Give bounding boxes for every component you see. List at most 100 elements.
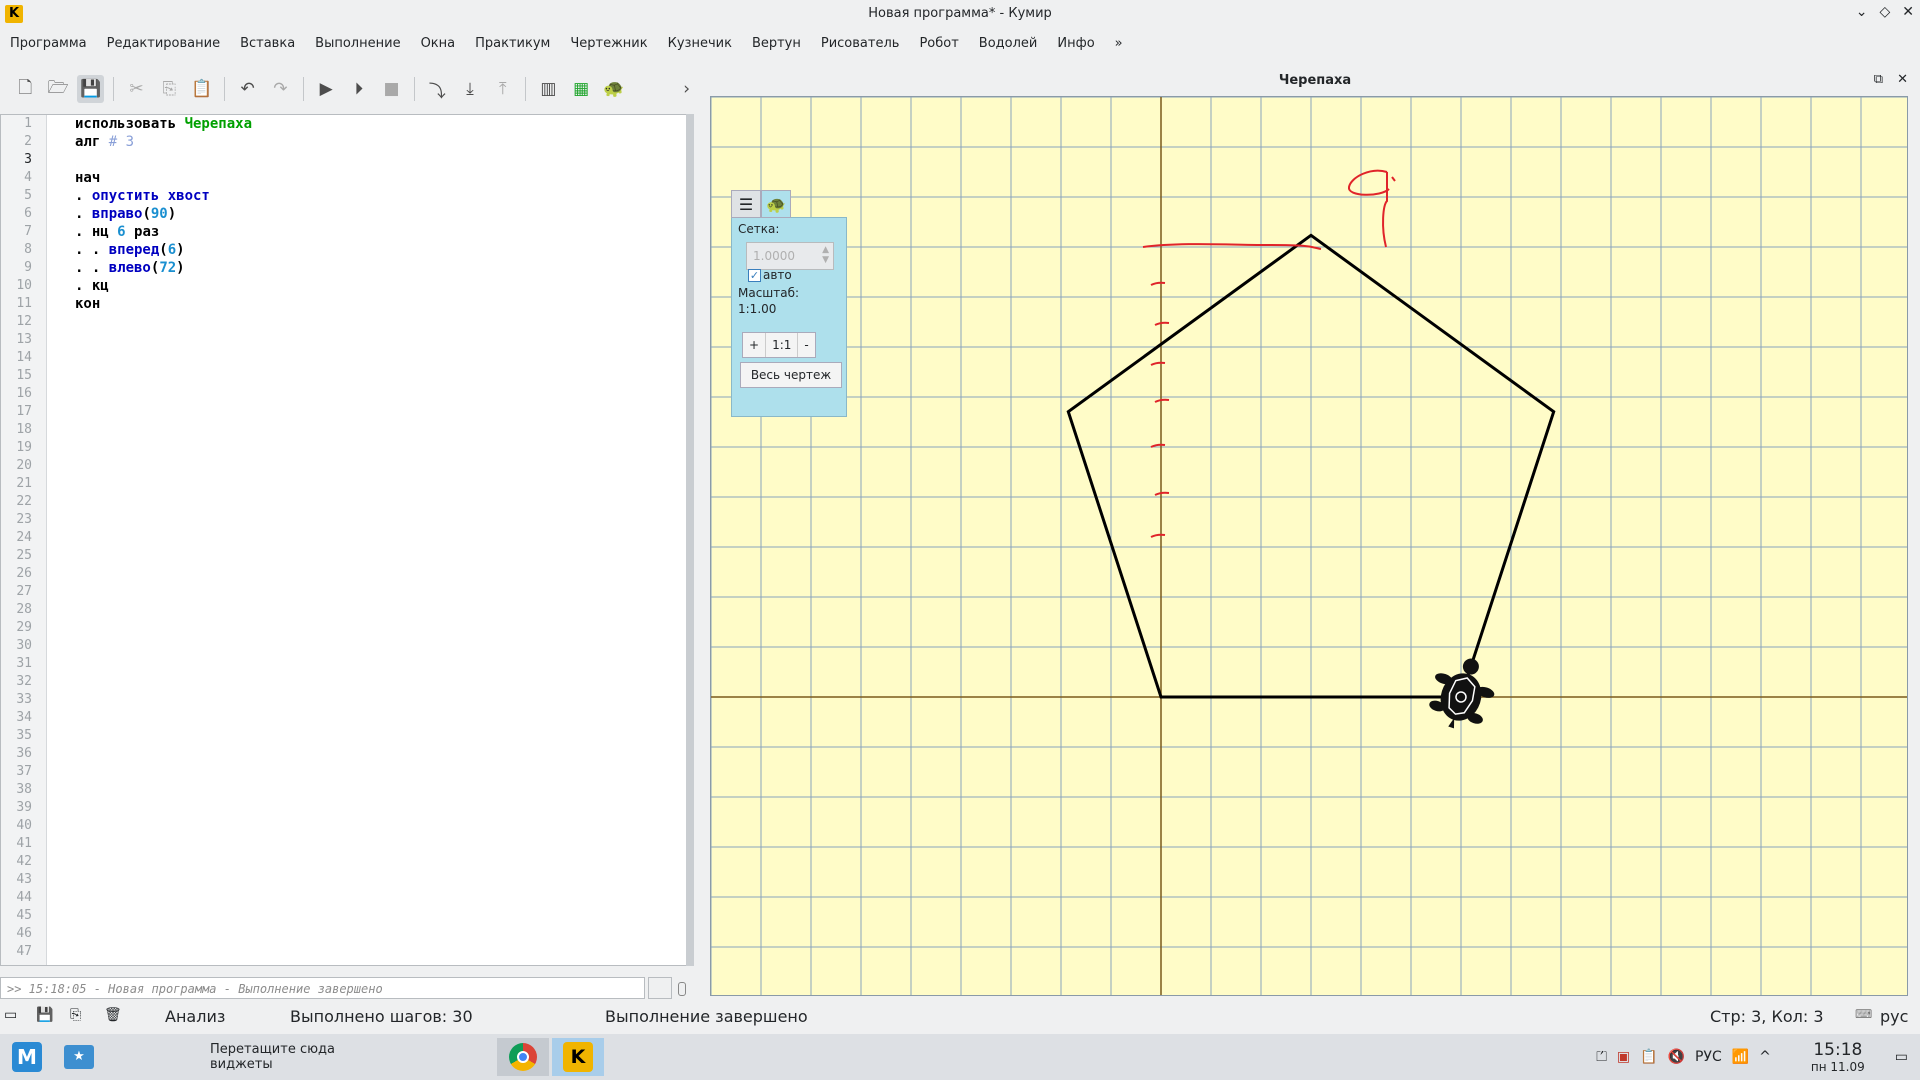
- app-menu-icon[interactable]: M: [10, 1038, 44, 1076]
- volume-muted-icon[interactable]: 🔇: [1668, 1049, 1685, 1065]
- copy-log-icon[interactable]: ⎘: [70, 1007, 81, 1023]
- red-tick-mark: [1150, 361, 1166, 366]
- code-token: нач: [75, 170, 101, 186]
- code-line[interactable]: . кц: [75, 277, 252, 295]
- save-log-icon[interactable]: 💾: [36, 1007, 53, 1023]
- tray-expand-icon[interactable]: ^: [1759, 1049, 1771, 1065]
- new-file-icon[interactable]: 🗋: [12, 75, 39, 103]
- open-folder-icon[interactable]: 🗁: [45, 75, 72, 103]
- turtle-sprite-icon: [1429, 658, 1495, 729]
- stop-icon[interactable]: ■: [378, 75, 405, 103]
- code-line[interactable]: . нц 6 раз: [75, 223, 252, 241]
- menu-robot[interactable]: Робот: [919, 36, 958, 51]
- turtle-tab-icon[interactable]: 🐢: [761, 190, 791, 218]
- menu-draftsman[interactable]: Чертежник: [570, 36, 647, 51]
- close-icon[interactable]: ✕: [1902, 4, 1914, 20]
- whole-drawing-button[interactable]: Весь чертеж: [740, 362, 842, 388]
- menu-insert[interactable]: Вставка: [240, 36, 295, 51]
- turtle-canvas[interactable]: ☰ 🐢 Сетка: 1.0000 ▲ ▼ ✓ авто Масштаб: 1:1.…: [710, 96, 1908, 996]
- code-token: ): [176, 242, 185, 258]
- code-line[interactable]: . вправо(90): [75, 205, 252, 223]
- menu-info[interactable]: Инфо: [1057, 36, 1094, 51]
- paste-icon[interactable]: 📋: [189, 75, 216, 103]
- step-over-icon[interactable]: ⤵: [424, 75, 451, 103]
- zoom-controls: + 1:1 -: [742, 332, 816, 358]
- save-icon[interactable]: 💾: [77, 75, 105, 103]
- chromium-icon[interactable]: [497, 1038, 549, 1076]
- run-icon[interactable]: ▶: [313, 75, 340, 103]
- line-number: 38: [16, 782, 32, 797]
- code-editor[interactable]: 1 2 3 4 5 6 7 8 9 10 11 12 13 14 15 16 17 18 19 20 21 22 23 24 2…: [0, 114, 690, 966]
- clock[interactable]: 15:18 пн 11.09: [1811, 1040, 1865, 1074]
- undo-icon[interactable]: ↶: [234, 75, 261, 103]
- copy-icon[interactable]: ⎘: [156, 75, 183, 103]
- code-area[interactable]: использовать Черепаха алг # 3 нач. опусти…: [75, 115, 252, 313]
- step-into-icon[interactable]: ⤓: [457, 75, 484, 103]
- menu-icon[interactable]: ☰: [731, 190, 761, 218]
- menu-overflow[interactable]: »: [1115, 36, 1123, 51]
- line-number: 30: [16, 638, 32, 653]
- undock-icon[interactable]: ⧉: [1874, 72, 1883, 87]
- clock-date: пн 11.09: [1810, 1060, 1865, 1074]
- console-icon[interactable]: ▭: [4, 1007, 17, 1023]
- code-token: (: [159, 242, 168, 258]
- variables-icon[interactable]: ▥: [535, 75, 562, 103]
- line-number: 31: [16, 656, 32, 671]
- menu-windows[interactable]: Окна: [421, 36, 456, 51]
- code-line[interactable]: использовать Черепаха: [75, 115, 252, 133]
- code-token: Черепаха: [184, 116, 253, 132]
- toolbar-separator: [413, 77, 415, 101]
- auto-checkbox[interactable]: ✓ авто: [748, 268, 792, 282]
- show-desktop-icon[interactable]: ▭: [1895, 1049, 1908, 1065]
- keyboard-layout[interactable]: РУС: [1695, 1049, 1722, 1065]
- redo-icon[interactable]: ↷: [267, 75, 294, 103]
- close-panel-icon[interactable]: ✕: [1897, 72, 1908, 87]
- status-lang[interactable]: рус: [1880, 1007, 1908, 1026]
- console-scrollbar[interactable]: [648, 977, 672, 999]
- console-resize-handle[interactable]: [678, 982, 686, 996]
- zoom-in-button[interactable]: +: [743, 333, 767, 357]
- step-run-icon[interactable]: ⏵: [345, 75, 372, 103]
- menu-vertun[interactable]: Вертун: [752, 36, 801, 51]
- code-line[interactable]: нач: [75, 169, 252, 187]
- app-tray-icon[interactable]: ▣: [1617, 1049, 1630, 1065]
- menu-run[interactable]: Выполнение: [315, 36, 400, 51]
- menu-painter[interactable]: Рисователь: [821, 36, 900, 51]
- code-line[interactable]: [75, 151, 252, 169]
- menu-vodoley[interactable]: Водолей: [979, 36, 1038, 51]
- red-tick-mark: [1150, 533, 1166, 538]
- cut-icon[interactable]: ✂: [123, 75, 150, 103]
- line-number: 16: [16, 386, 32, 401]
- code-token: использовать: [75, 116, 185, 132]
- console-output: >> 15:18:05 - Новая программа - Выполнен…: [0, 977, 645, 999]
- turtle-icon[interactable]: 🐢: [601, 75, 628, 103]
- step-out-icon[interactable]: ⤒: [489, 75, 516, 103]
- kumir-taskbar-icon[interactable]: K: [552, 1038, 604, 1076]
- spin-arrows-icon[interactable]: ▲ ▼: [822, 245, 829, 265]
- minimize-icon[interactable]: ⌄: [1856, 4, 1868, 20]
- code-line[interactable]: алг # 3: [75, 133, 252, 151]
- turtle-field[interactable]: [711, 97, 1908, 996]
- menu-practicum[interactable]: Практикум: [475, 36, 550, 51]
- maximize-icon[interactable]: ◇: [1879, 4, 1890, 20]
- more-icon[interactable]: ›: [673, 75, 700, 103]
- code-line[interactable]: . . вперед(6): [75, 241, 252, 259]
- wifi-icon[interactable]: 📶: [1732, 1049, 1749, 1065]
- zoom-reset-button[interactable]: 1:1: [766, 333, 799, 357]
- menu-grasshopper[interactable]: Кузнечик: [668, 36, 732, 51]
- grid-spinbox[interactable]: 1.0000 ▲ ▼: [746, 242, 834, 270]
- clear-log-icon[interactable]: 🗑: [104, 1007, 122, 1023]
- clipboard-icon[interactable]: 📋: [1640, 1049, 1657, 1065]
- menu-program[interactable]: Программа: [10, 36, 87, 51]
- zoom-out-button[interactable]: -: [798, 333, 814, 357]
- code-token: .: [75, 188, 92, 204]
- grid-icon[interactable]: ▦: [568, 75, 595, 103]
- menu-edit[interactable]: Редактирование: [107, 36, 220, 51]
- editor-scrollbar[interactable]: [686, 114, 694, 966]
- code-line[interactable]: кон: [75, 295, 252, 313]
- notifications-icon[interactable]: ⏍: [1596, 1049, 1607, 1065]
- code-line[interactable]: . опустить хвост: [75, 187, 252, 205]
- file-manager-icon[interactable]: ★: [62, 1038, 96, 1076]
- code-line[interactable]: . . влево(72): [75, 259, 252, 277]
- code-token: вперед: [108, 242, 160, 258]
